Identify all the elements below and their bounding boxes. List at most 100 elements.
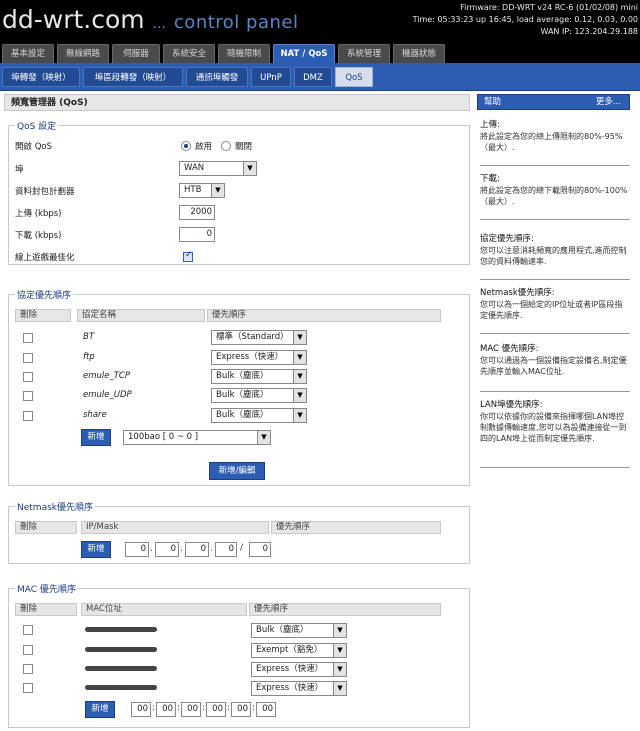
mac-octet-6-input[interactable]: 00 [256, 702, 276, 717]
tab-port-triggering[interactable]: 通訊埠觸發 [186, 67, 248, 87]
add-service-select-value: 100bao [ 0 ~ 0 ] [128, 432, 199, 442]
mac-octet-2-input[interactable]: 00 [156, 702, 176, 717]
main-tabs: 基本設定 無線網路 伺服器 系統安全 隨機限制 NAT / QoS 系統管理 機… [0, 42, 640, 63]
delete-checkbox[interactable] [23, 391, 33, 401]
logo-dots: ... [152, 16, 166, 32]
main-content: 頻寬管理器 (QoS) QoS 設定 開啟 QoS 啟用 關閉 埠 WAN ▼ 資… [4, 94, 470, 731]
mac-priority-select[interactable]: Express（快速） ▼ [251, 662, 347, 677]
netmask-priority-legend: Netmask優先順序 [15, 500, 95, 513]
firmware-text: Firmware: DD-WRT v24 RC-6 (01/02/08) min… [460, 3, 638, 12]
chevron-down-icon: ▼ [293, 351, 306, 364]
mac-colon-separator: : [152, 703, 156, 713]
mac-octet-1-input[interactable]: 00 [131, 702, 151, 717]
add-mac-button[interactable]: 新增 [85, 701, 115, 718]
service-priority-select[interactable]: Bulk（塵底） ▼ [211, 408, 307, 423]
mac-priority-legend: MAC 優先順序 [15, 582, 78, 595]
service-priority-select[interactable]: Bulk（塵底） ▼ [211, 369, 307, 384]
help-header: 幫助 更多... [477, 94, 630, 110]
page-title: 頻寬管理器 (QoS) [4, 94, 470, 111]
tab-upnp[interactable]: UPnP [251, 67, 291, 87]
qos-disable-radio[interactable] [221, 141, 231, 151]
ip-octet-2-input[interactable]: 0 [155, 542, 179, 557]
tab-port-range-forwarding[interactable]: 埠區段轉發（映射） [83, 67, 183, 87]
tab-security[interactable]: 系統安全 [163, 44, 215, 63]
tab-qos[interactable]: QoS [335, 67, 373, 87]
netmask-input[interactable]: 0 [249, 542, 271, 557]
gaming-label: 線上遊戲最佳化 [15, 253, 75, 263]
priority-value: Bulk（塵底） [216, 390, 269, 400]
download-input[interactable]: 0 [179, 227, 215, 242]
delete-checkbox[interactable] [23, 625, 33, 635]
tab-services[interactable]: 伺服器 [112, 44, 160, 63]
delete-checkbox[interactable] [23, 645, 33, 655]
port-select[interactable]: WAN ▼ [179, 161, 257, 176]
service-priority-select[interactable]: Express（快速） ▼ [211, 350, 307, 365]
help-section-mac-priority: MAC 優先順序: 您可以通過為一個設備指定設備名,制定優先順序並輸入MAC位址… [480, 344, 630, 392]
help-more-link[interactable]: 更多... [596, 95, 621, 110]
mac-octet-5-input[interactable]: 00 [231, 702, 251, 717]
upload-input[interactable]: 2000 [179, 205, 215, 220]
priority-value: 標準（Standard） [216, 332, 289, 342]
mac-octet-3-input[interactable]: 00 [181, 702, 201, 717]
service-priority-select[interactable]: Bulk（塵底） ▼ [211, 388, 307, 403]
help-heading: MAC 優先順序: [480, 344, 539, 354]
mac-priority-select[interactable]: Express（快速） ▼ [251, 681, 347, 696]
col-priority-header: 優先順序 [249, 603, 441, 616]
help-text: 將此設定為您的總上傳限制的80%-95%（最大）. [480, 132, 623, 152]
service-name: share [83, 410, 107, 420]
service-priority-select[interactable]: 標準（Standard） ▼ [211, 330, 307, 345]
help-panel: 幫助 更多... 上傳: 將此設定為您的總上傳限制的80%-95%（最大）. 下… [477, 94, 635, 731]
add-netmask-button[interactable]: 新增 [81, 541, 111, 558]
tab-port-forwarding[interactable]: 埠轉發（映射） [2, 67, 80, 87]
col-name-header: 協定名稱 [77, 309, 205, 322]
sub-tabs: 埠轉發（映射） 埠區段轉發（映射） 通訊埠觸發 UPnP DMZ QoS [0, 63, 640, 91]
help-section-netmask-priority: Netmask優先順序: 您可以為一個給定的IP位址或者IP區段指定優先順序. [480, 288, 630, 334]
help-text: 您可以通過為一個設備指定設備名,制定優先順序並輸入MAC位址. [480, 356, 627, 376]
ip-octet-1-input[interactable]: 0 [125, 542, 149, 557]
chevron-down-icon: ▼ [293, 409, 306, 422]
priority-value: Bulk（塵底） [216, 371, 269, 381]
mac-priority-select[interactable]: Bulk（塵底） ▼ [251, 623, 347, 638]
priority-value: Express（快速） [216, 352, 284, 362]
delete-checkbox[interactable] [23, 372, 33, 382]
tab-access-restrictions[interactable]: 隨機限制 [218, 44, 270, 63]
redacted-mac-address [85, 647, 157, 652]
tab-basic-setup[interactable]: 基本設定 [2, 44, 54, 63]
qos-enable-radio[interactable] [181, 141, 191, 151]
service-priority-section: 協定優先順序 刪除 協定名稱 優先順序 BT 標準（Standard） ▼ ftp… [8, 288, 470, 486]
mac-colon-separator: : [202, 703, 206, 713]
tab-status[interactable]: 機器狀態 [393, 44, 445, 63]
ddwrt-logo[interactable]: dd-wrt.com ... control panel [2, 6, 298, 38]
gaming-checkbox[interactable] [183, 250, 193, 262]
tab-wireless[interactable]: 無線網路 [57, 44, 109, 63]
help-section-upload: 上傳: 將此設定為您的總上傳限制的80%-95%（最大）. [480, 120, 630, 166]
chevron-down-icon: ▼ [333, 624, 346, 637]
help-heading: 上傳: [480, 120, 500, 130]
mac-colon-separator: : [252, 703, 256, 713]
chevron-down-icon: ▼ [333, 644, 346, 657]
tab-nat-qos[interactable]: NAT / QoS [273, 44, 335, 63]
add-service-select[interactable]: 100bao [ 0 ~ 0 ] ▼ [123, 430, 271, 445]
delete-checkbox[interactable] [23, 333, 33, 343]
tab-administration[interactable]: 系統管理 [338, 44, 390, 63]
delete-checkbox[interactable] [23, 683, 33, 693]
scheduler-select[interactable]: HTB ▼ [179, 183, 225, 198]
mac-colon-separator: : [227, 703, 231, 713]
mac-octet-4-input[interactable]: 00 [206, 702, 226, 717]
ip-octet-3-input[interactable]: 0 [185, 542, 209, 557]
ip-dot-separator: . [210, 544, 213, 554]
qos-settings-legend: QoS 設定 [15, 119, 59, 132]
chevron-down-icon: ▼ [293, 331, 306, 344]
ip-octet-4-input[interactable]: 0 [215, 542, 237, 557]
help-text: 您可以為一個給定的IP位址或者IP區段指定優先順序. [480, 300, 623, 320]
delete-checkbox[interactable] [23, 664, 33, 674]
tab-dmz[interactable]: DMZ [294, 67, 332, 87]
mac-priority-select[interactable]: Exempt（豁免） ▼ [251, 643, 347, 658]
add-service-button[interactable]: 新增 [81, 429, 111, 446]
delete-checkbox[interactable] [23, 411, 33, 421]
help-heading: 下載: [480, 174, 500, 184]
delete-checkbox[interactable] [23, 353, 33, 363]
chevron-down-icon: ▼ [293, 370, 306, 383]
logo-sub: control panel [173, 12, 299, 33]
add-edit-button[interactable]: 新增/編輯 [209, 462, 265, 480]
